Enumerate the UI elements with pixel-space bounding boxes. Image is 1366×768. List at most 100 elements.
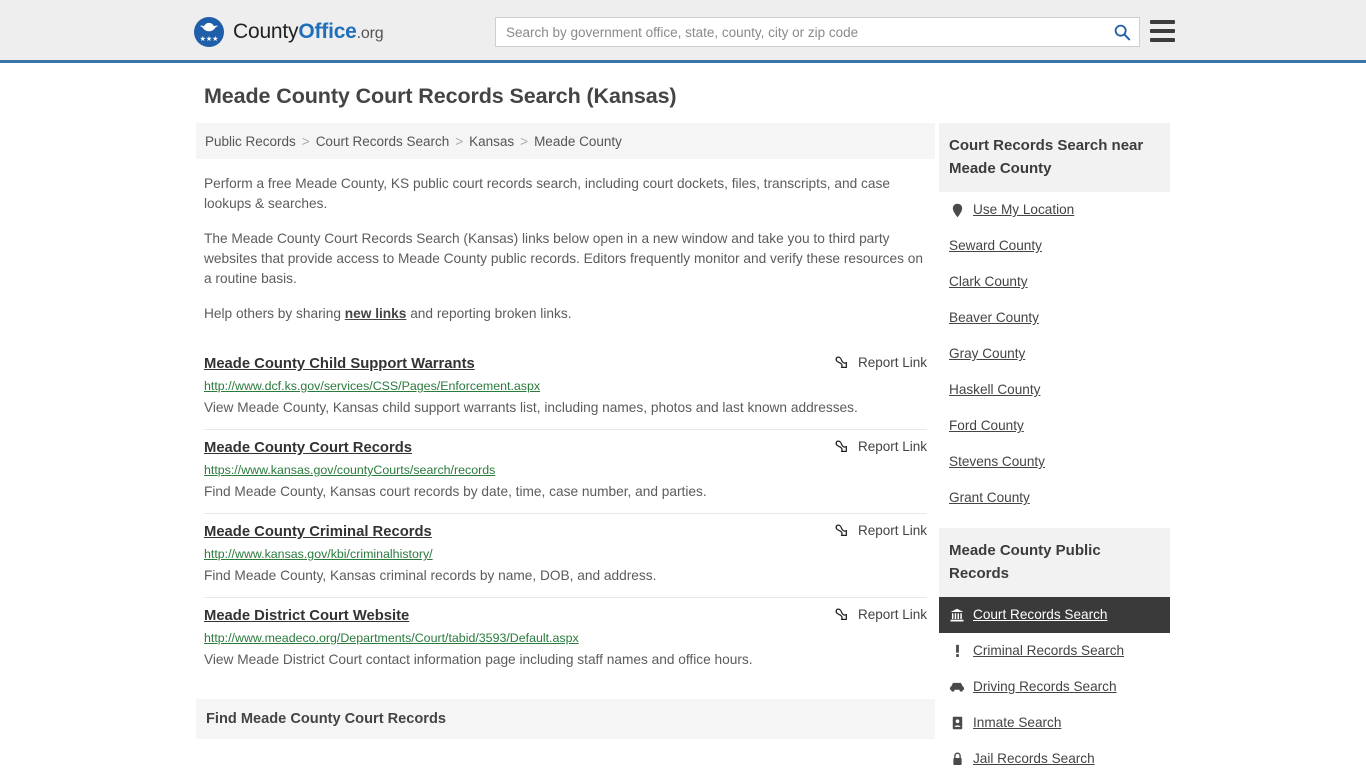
search-icon: [1113, 23, 1131, 41]
result-url[interactable]: http://www.dcf.ks.gov/services/CSS/Pages…: [204, 378, 927, 394]
sidebar-item-court-records-search[interactable]: Court Records Search: [939, 597, 1170, 633]
report-link-label: Report Link: [857, 523, 927, 538]
intro-paragraph-3: Help others by sharing new links and rep…: [204, 304, 927, 324]
brand-part-org: .org: [356, 25, 384, 42]
sidebar-item-grant-county[interactable]: Grant County: [939, 480, 1170, 516]
list-item: Gray County: [939, 336, 1170, 372]
result-description: Find Meade County, Kansas court records …: [204, 484, 707, 499]
report-link-button[interactable]: Report Link: [834, 439, 927, 454]
car-icon: [949, 679, 965, 695]
stars-icon: ★★★: [199, 36, 219, 43]
id-card-icon: [949, 715, 965, 731]
hamburger-bar-2: [1150, 29, 1175, 33]
result-item: Meade County Court Records Report Link h…: [204, 430, 927, 514]
broken-link-icon: [834, 607, 849, 622]
search-input[interactable]: [496, 18, 1105, 46]
list-item: Inmate Search: [939, 705, 1170, 741]
list-item: Jail Records Search: [939, 741, 1170, 768]
countyoffice-logo-icon: ★★★: [194, 17, 224, 47]
search-button[interactable]: [1105, 18, 1139, 46]
broken-link-icon: [834, 523, 849, 538]
sidebar-item-jail-records-search[interactable]: Jail Records Search: [939, 741, 1170, 768]
exclamation-icon: [949, 643, 965, 659]
result-url[interactable]: http://www.meadeco.org/Departments/Court…: [204, 630, 927, 646]
result-item: Meade County Criminal Records Report Lin…: [204, 514, 927, 598]
hamburger-bar-1: [1150, 20, 1175, 24]
breadcrumb-item-court-records-search[interactable]: Court Records Search: [316, 134, 450, 149]
sidebar-item-inmate-search[interactable]: Inmate Search: [939, 705, 1170, 741]
breadcrumb: Public Records > Court Records Search > …: [196, 123, 935, 159]
report-link-label: Report Link: [857, 439, 927, 454]
result-description: View Meade County, Kansas child support …: [204, 400, 858, 415]
result-item: Meade County Child Support Warrants Repo…: [204, 346, 927, 430]
sidebar-item-label: Seward County: [949, 238, 1042, 253]
report-link-button[interactable]: Report Link: [834, 355, 927, 370]
breadcrumb-item-kansas[interactable]: Kansas: [469, 134, 514, 149]
brand-part-office: Office: [298, 20, 357, 43]
sidebar-item-label: Court Records Search: [973, 607, 1108, 622]
report-link-label: Report Link: [857, 607, 927, 622]
sidebar-item-label: Beaver County: [949, 310, 1039, 325]
page-body: Meade County Court Records Search (Kansa…: [0, 63, 1366, 766]
find-records-section: Find Meade County Court Records: [196, 699, 935, 739]
lock-icon: [949, 751, 965, 767]
result-title-link[interactable]: Meade County Criminal Records: [204, 524, 432, 540]
intro-p3-before: Help others by sharing: [204, 306, 345, 321]
site-logo-text: CountyOffice.org: [233, 20, 384, 44]
result-description: View Meade District Court contact inform…: [204, 652, 753, 667]
intro-paragraph-2: The Meade County Court Records Search (K…: [204, 231, 923, 286]
sidebar-item-beaver-county[interactable]: Beaver County: [939, 300, 1170, 336]
list-item: Clark County: [939, 264, 1170, 300]
site-logo[interactable]: ★★★ CountyOffice.org: [194, 17, 384, 47]
sidebar-item-use-my-location[interactable]: Use My Location: [939, 192, 1170, 228]
result-title-link[interactable]: Meade County Court Records: [204, 440, 412, 456]
main-content: Public Records > Court Records Search > …: [196, 123, 935, 739]
sidebar-item-driving-records-search[interactable]: Driving Records Search: [939, 669, 1170, 705]
sidebar-item-criminal-records-search[interactable]: Criminal Records Search: [939, 633, 1170, 669]
public-records-list: Court Records Search Criminal Records Se…: [939, 597, 1170, 768]
list-item: Stevens County: [939, 444, 1170, 480]
sidebar-item-label: Driving Records Search: [973, 679, 1117, 694]
sidebar-item-label: Ford County: [949, 418, 1024, 433]
hamburger-bar-3: [1150, 38, 1175, 42]
intro-section: Perform a free Meade County, KS public c…: [196, 174, 935, 324]
map-pin-icon: [949, 202, 965, 218]
brand-part-county: County: [233, 20, 299, 43]
sidebar-item-label: Gray County: [949, 346, 1026, 361]
sidebar-item-label: Use My Location: [973, 202, 1075, 217]
intro-paragraph-1: Perform a free Meade County, KS public c…: [204, 176, 890, 211]
list-item: Use My Location: [939, 192, 1170, 228]
public-records-panel-header: Meade County Public Records: [939, 528, 1170, 597]
report-link-label: Report Link: [857, 355, 927, 370]
sidebar-item-ford-county[interactable]: Ford County: [939, 408, 1170, 444]
sidebar-item-label: Jail Records Search: [973, 751, 1095, 766]
list-item: Haskell County: [939, 372, 1170, 408]
hamburger-menu-button[interactable]: [1150, 20, 1175, 42]
list-item: Grant County: [939, 480, 1170, 516]
sidebar-item-label: Inmate Search: [973, 715, 1062, 730]
report-link-button[interactable]: Report Link: [834, 523, 927, 538]
intro-p3-after: and reporting broken links.: [406, 306, 572, 321]
result-title-link[interactable]: Meade County Child Support Warrants: [204, 356, 475, 372]
sidebar-item-seward-county[interactable]: Seward County: [939, 228, 1170, 264]
sidebar-item-stevens-county[interactable]: Stevens County: [939, 444, 1170, 480]
new-links-link[interactable]: new links: [345, 306, 407, 321]
sidebar-item-gray-county[interactable]: Gray County: [939, 336, 1170, 372]
results-list: Meade County Child Support Warrants Repo…: [196, 346, 935, 681]
result-title-link[interactable]: Meade District Court Website: [204, 608, 409, 624]
list-item: Criminal Records Search: [939, 633, 1170, 669]
sidebar-item-clark-county[interactable]: Clark County: [939, 264, 1170, 300]
result-url[interactable]: https://www.kansas.gov/countyCourts/sear…: [204, 462, 927, 478]
eagle-icon: [199, 22, 219, 33]
page-title: Meade County Court Records Search (Kansa…: [204, 84, 677, 108]
breadcrumb-separator: >: [520, 133, 529, 149]
result-url[interactable]: http://www.kansas.gov/kbi/criminalhistor…: [204, 546, 927, 562]
report-link-button[interactable]: Report Link: [834, 607, 927, 622]
breadcrumb-item-public-records[interactable]: Public Records: [205, 134, 296, 149]
result-item: Meade District Court Website Report Link…: [204, 598, 927, 681]
find-records-heading: Find Meade County Court Records: [206, 711, 446, 727]
header-inner: ★★★ CountyOffice.org: [0, 0, 1366, 60]
breadcrumb-separator: >: [301, 133, 310, 149]
sidebar-item-haskell-county[interactable]: Haskell County: [939, 372, 1170, 408]
search-bar[interactable]: [495, 17, 1140, 47]
